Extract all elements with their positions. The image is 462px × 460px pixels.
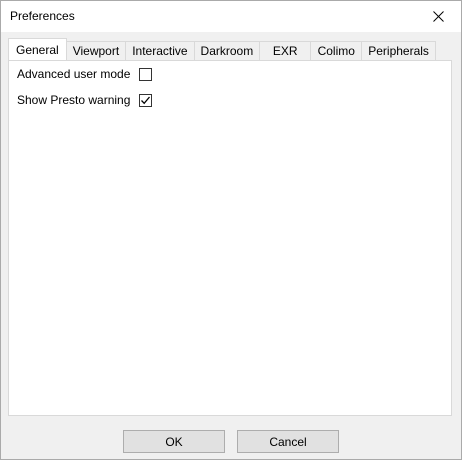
tab-viewport[interactable]: Viewport [65, 41, 127, 60]
tab-general[interactable]: General [8, 38, 67, 60]
window-title: Preferences [10, 9, 75, 23]
title-bar: Preferences [1, 1, 461, 32]
tab-interactive[interactable]: Interactive [125, 41, 195, 60]
general-tab-panel: Advanced user mode Show Presto warning [8, 60, 452, 416]
tab-exr[interactable]: EXR [259, 41, 312, 60]
tab-darkroom[interactable]: Darkroom [193, 41, 261, 60]
tab-peripherals[interactable]: Peripherals [361, 41, 436, 60]
checkmark-icon [141, 96, 151, 104]
advanced-user-mode-row: Advanced user mode [17, 67, 153, 81]
close-icon [432, 11, 444, 22]
tab-strip: General Viewport Interactive Darkroom EX… [8, 38, 436, 60]
advanced-user-mode-checkbox[interactable] [139, 67, 153, 81]
show-presto-warning-row: Show Presto warning [17, 93, 153, 107]
cancel-button[interactable]: Cancel [237, 430, 339, 453]
show-presto-warning-label: Show Presto warning [17, 93, 131, 107]
close-button[interactable] [415, 1, 461, 32]
tab-colimo[interactable]: Colimo [310, 41, 363, 60]
advanced-user-mode-label: Advanced user mode [17, 67, 131, 81]
show-presto-warning-checkbox[interactable] [139, 93, 153, 107]
preferences-dialog: Preferences General Viewport Interactive… [0, 0, 462, 460]
ok-button[interactable]: OK [123, 430, 225, 453]
